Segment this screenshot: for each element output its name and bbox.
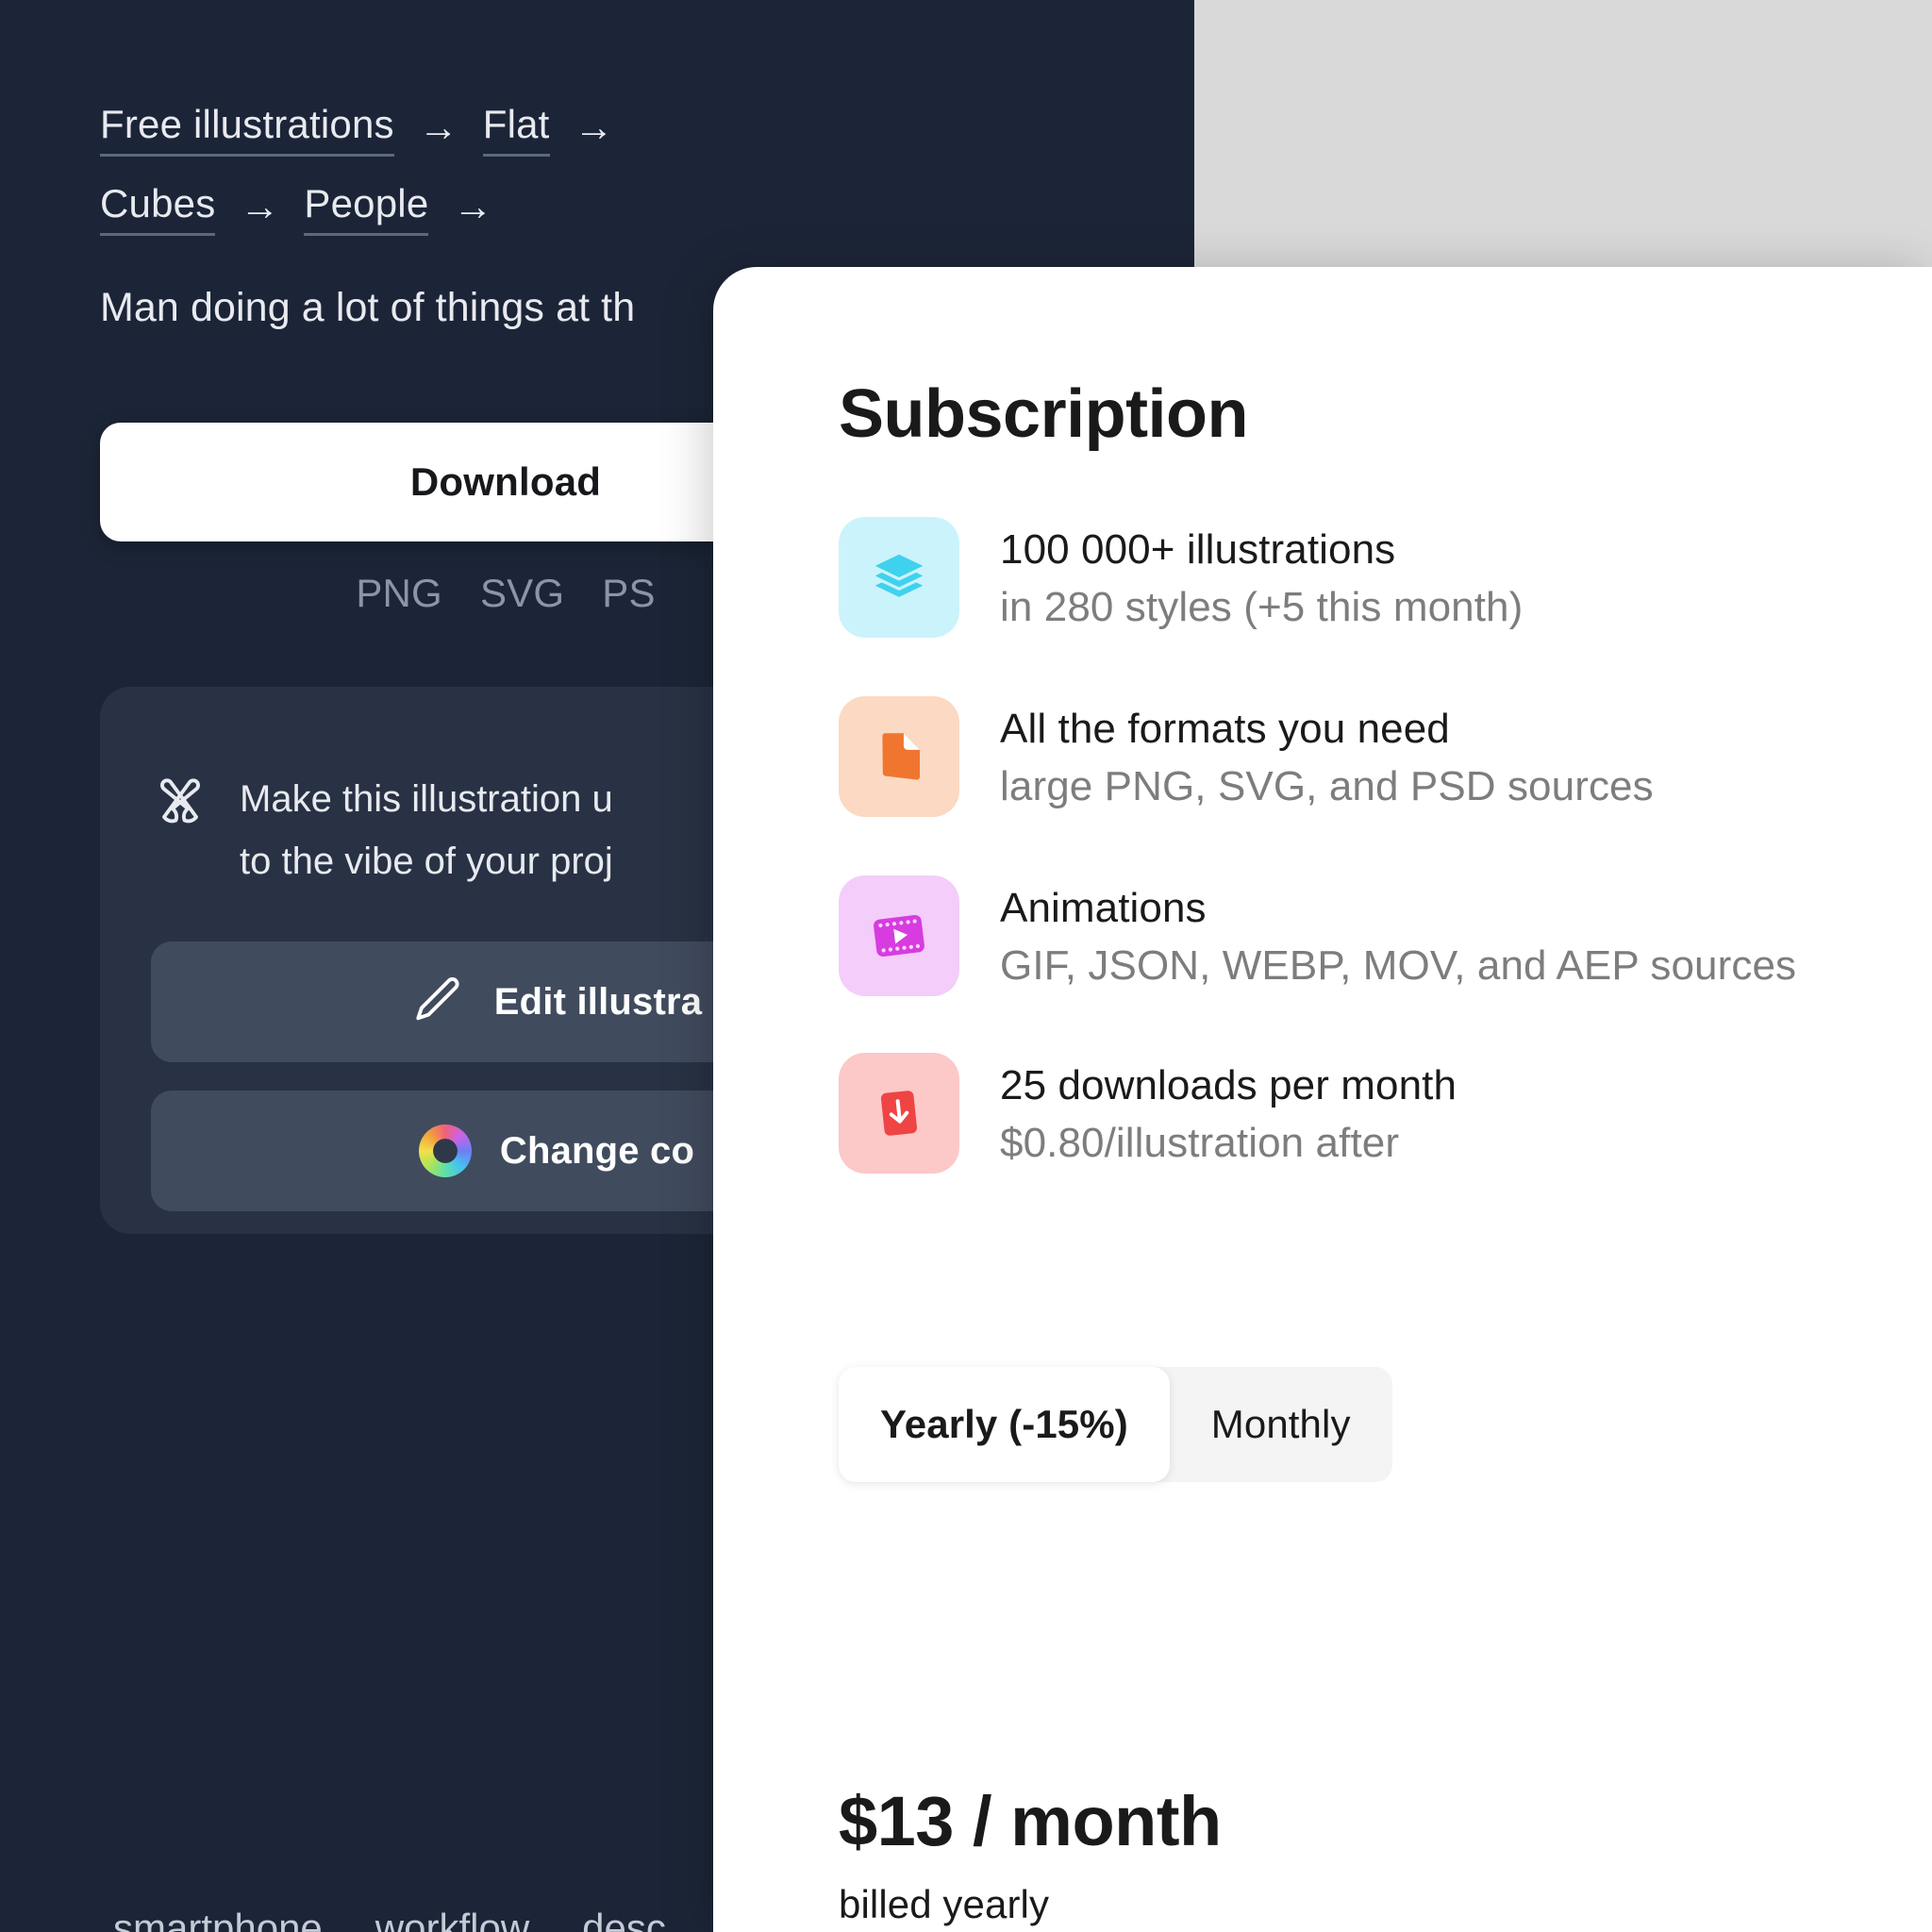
feature-title: 25 downloads per month [1000, 1062, 1457, 1108]
feature-subtitle: large PNG, SVG, and PSD sources [1000, 763, 1654, 809]
customize-text-line-2: to the vibe of your proj [240, 841, 613, 882]
breadcrumb-arrow-icon: → [453, 184, 493, 228]
feature-title: Animations [1000, 885, 1207, 931]
tag-workflow[interactable]: workflow [375, 1906, 529, 1932]
subscription-panel: Subscription 100 000+ illustrations in 2… [713, 267, 1932, 1932]
breadcrumb-link-people[interactable]: People [304, 179, 429, 236]
download-arrow-icon [839, 1053, 959, 1174]
illustration-title: Man doing a lot of things at th [100, 285, 636, 330]
feature-row-downloads: 25 downloads per month $0.80/illustratio… [839, 1053, 1895, 1174]
layers-icon [839, 517, 959, 638]
feature-text-downloads: 25 downloads per month $0.80/illustratio… [1000, 1053, 1457, 1174]
pencil-icon [411, 973, 466, 1032]
feature-title: 100 000+ illustrations [1000, 526, 1396, 573]
breadcrumb: Free illustrations → Flat → Cubes → Peop… [100, 100, 1081, 258]
feature-subtitle: GIF, JSON, WEBP, MOV, and AEP sources [1000, 942, 1797, 989]
feature-text-animations: Animations GIF, JSON, WEBP, MOV, and AEP… [1000, 875, 1796, 996]
background-gray-plate [1194, 0, 1932, 267]
price-billing-note: billed yearly [839, 1882, 1050, 1926]
breadcrumb-row-1: Free illustrations → Flat → [100, 100, 1081, 157]
edit-illustration-label: Edit illustra [493, 980, 703, 1023]
customize-card-text: Make this illustration u to the vibe of … [240, 768, 613, 892]
change-colors-label: Change co [499, 1129, 695, 1172]
feature-text-illustrations: 100 000+ illustrations in 280 styles (+5… [1000, 517, 1523, 638]
billing-period-toggle: Yearly (-15%) Monthly [839, 1367, 1392, 1482]
feature-title: All the formats you need [1000, 706, 1450, 752]
feature-row-animations: Animations GIF, JSON, WEBP, MOV, and AEP… [839, 875, 1895, 996]
color-wheel-icon [418, 1124, 472, 1177]
breadcrumb-arrow-icon: → [240, 184, 280, 228]
breadcrumb-link-free-illustrations[interactable]: Free illustrations [100, 100, 394, 157]
breadcrumb-arrow-icon: → [418, 105, 458, 149]
document-icon [839, 696, 959, 817]
breadcrumb-row-2: Cubes → People → [100, 179, 1081, 236]
feature-subtitle: $0.80/illustration after [1000, 1120, 1400, 1166]
tag-list: smartphone workflow desc [113, 1906, 666, 1932]
breadcrumb-link-flat[interactable]: Flat [482, 100, 550, 157]
billing-option-monthly[interactable]: Monthly [1170, 1367, 1392, 1482]
format-option-svg[interactable]: SVG [480, 571, 564, 616]
subscription-title: Subscription [839, 376, 1249, 452]
breadcrumb-link-cubes[interactable]: Cubes [100, 179, 216, 236]
feature-text-formats: All the formats you need large PNG, SVG,… [1000, 696, 1654, 817]
format-option-psd[interactable]: PS [602, 571, 655, 616]
screenshot-root: Free illustrations → Flat → Cubes → Peop… [0, 0, 1932, 1932]
feature-subtitle: in 280 styles (+5 this month) [1000, 584, 1524, 630]
billing-option-yearly[interactable]: Yearly (-15%) [839, 1367, 1170, 1482]
tag-smartphone[interactable]: smartphone [113, 1906, 323, 1932]
breadcrumb-arrow-icon: → [574, 105, 614, 149]
download-button-label: Download [409, 459, 602, 504]
customize-card-header: Make this illustration u to the vibe of … [151, 768, 613, 892]
price-amount: $13 / month [839, 1782, 1222, 1860]
feature-row-formats: All the formats you need large PNG, SVG,… [839, 696, 1895, 817]
format-option-png[interactable]: PNG [356, 571, 442, 616]
customize-text-line-1: Make this illustration u [240, 778, 613, 820]
crossed-pens-icon [151, 774, 209, 837]
feature-row-illustrations: 100 000+ illustrations in 280 styles (+5… [839, 517, 1895, 638]
tag-desc[interactable]: desc [582, 1906, 666, 1932]
film-play-icon [839, 875, 959, 996]
